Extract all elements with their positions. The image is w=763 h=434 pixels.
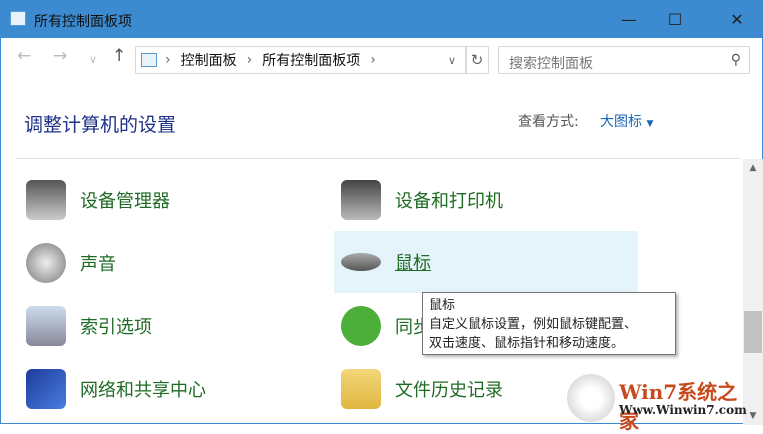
item-network-sharing[interactable]: 网络和共享中心 — [16, 358, 316, 420]
view-mode-dropdown[interactable]: 大图标 ▼ — [600, 111, 653, 131]
page-title: 调整计算机的设置 — [24, 114, 177, 136]
watermark: Win7系统之家 Www.Winwin7.com — [567, 372, 757, 433]
forward-button[interactable]: → — [53, 46, 67, 74]
scrollbar-thumb[interactable] — [744, 311, 762, 353]
tooltip-text: 双击速度、鼠标指针和移动速度。 — [429, 336, 625, 351]
recent-dropdown[interactable]: ∨ — [89, 53, 97, 81]
item-devices-printers[interactable]: 设备和打印机 — [331, 169, 636, 231]
scroll-up-icon[interactable]: ▲ — [743, 163, 763, 173]
address-dropdown[interactable]: ∨ — [448, 54, 456, 67]
search-icon[interactable]: ⚲ — [731, 52, 741, 68]
item-label: 设备管理器 — [80, 191, 170, 212]
refresh-button[interactable]: ↻ — [465, 46, 489, 74]
item-label: 文件历史记录 — [395, 380, 503, 401]
speaker-icon — [26, 243, 66, 283]
chevron-right-icon: › — [165, 52, 171, 68]
item-label: 设备和打印机 — [395, 191, 503, 212]
up-button[interactable]: ↑ — [112, 46, 126, 74]
sync-icon — [341, 306, 381, 346]
view-mode-value: 大图标 — [600, 114, 642, 130]
breadcrumb-item[interactable]: 控制面板 — [181, 50, 237, 70]
tooltip: 鼠标 自定义鼠标设置，例如鼠标键配置、 双击速度、鼠标指针和移动速度。 — [422, 292, 676, 355]
indexing-icon — [26, 306, 66, 346]
breadcrumb-item[interactable]: 所有控制面板项 — [262, 50, 360, 70]
maximize-button[interactable]: ☐ — [652, 1, 698, 38]
item-label: 索引选项 — [80, 317, 152, 338]
dropdown-arrow-icon: ▼ — [646, 119, 654, 129]
close-button[interactable]: ✕ — [714, 1, 760, 38]
control-panel-icon — [141, 53, 157, 67]
search-input[interactable]: 搜索控制面板 ⚲ — [498, 46, 750, 74]
item-device-manager[interactable]: 设备管理器 — [16, 169, 316, 231]
search-placeholder: 搜索控制面板 — [509, 56, 593, 72]
address-bar[interactable]: › 控制面板 › 所有控制面板项 › ∨ — [135, 46, 467, 74]
tooltip-text: 自定义鼠标设置，例如鼠标键配置、 — [429, 317, 638, 332]
network-icon — [26, 369, 66, 409]
chevron-right-icon: › — [370, 52, 376, 68]
window-title: 所有控制面板项 — [34, 14, 132, 30]
file-history-icon — [341, 369, 381, 409]
tooltip-title: 鼠标 — [429, 298, 456, 313]
item-sound[interactable]: 声音 — [16, 232, 316, 294]
device-manager-icon — [26, 180, 66, 220]
control-panel-icon — [10, 11, 26, 26]
chevron-right-icon: › — [246, 52, 253, 68]
item-indexing[interactable]: 索引选项 — [16, 295, 316, 357]
title-bar: 所有控制面板项 — ☐ ✕ — [1, 1, 763, 38]
item-label: 网络和共享中心 — [80, 380, 206, 401]
back-button[interactable]: ← — [17, 46, 31, 74]
printer-icon — [341, 180, 381, 220]
windows-logo-icon — [567, 374, 615, 422]
item-mouse[interactable]: 鼠标 — [334, 231, 638, 293]
minimize-button[interactable]: — — [606, 1, 652, 38]
watermark-url: Www.Winwin7.com — [619, 403, 747, 417]
item-label: 鼠标 — [395, 253, 431, 274]
view-label: 查看方式: — [518, 114, 579, 130]
item-label: 声音 — [80, 254, 116, 275]
divider — [15, 158, 741, 159]
mouse-icon — [341, 253, 381, 271]
